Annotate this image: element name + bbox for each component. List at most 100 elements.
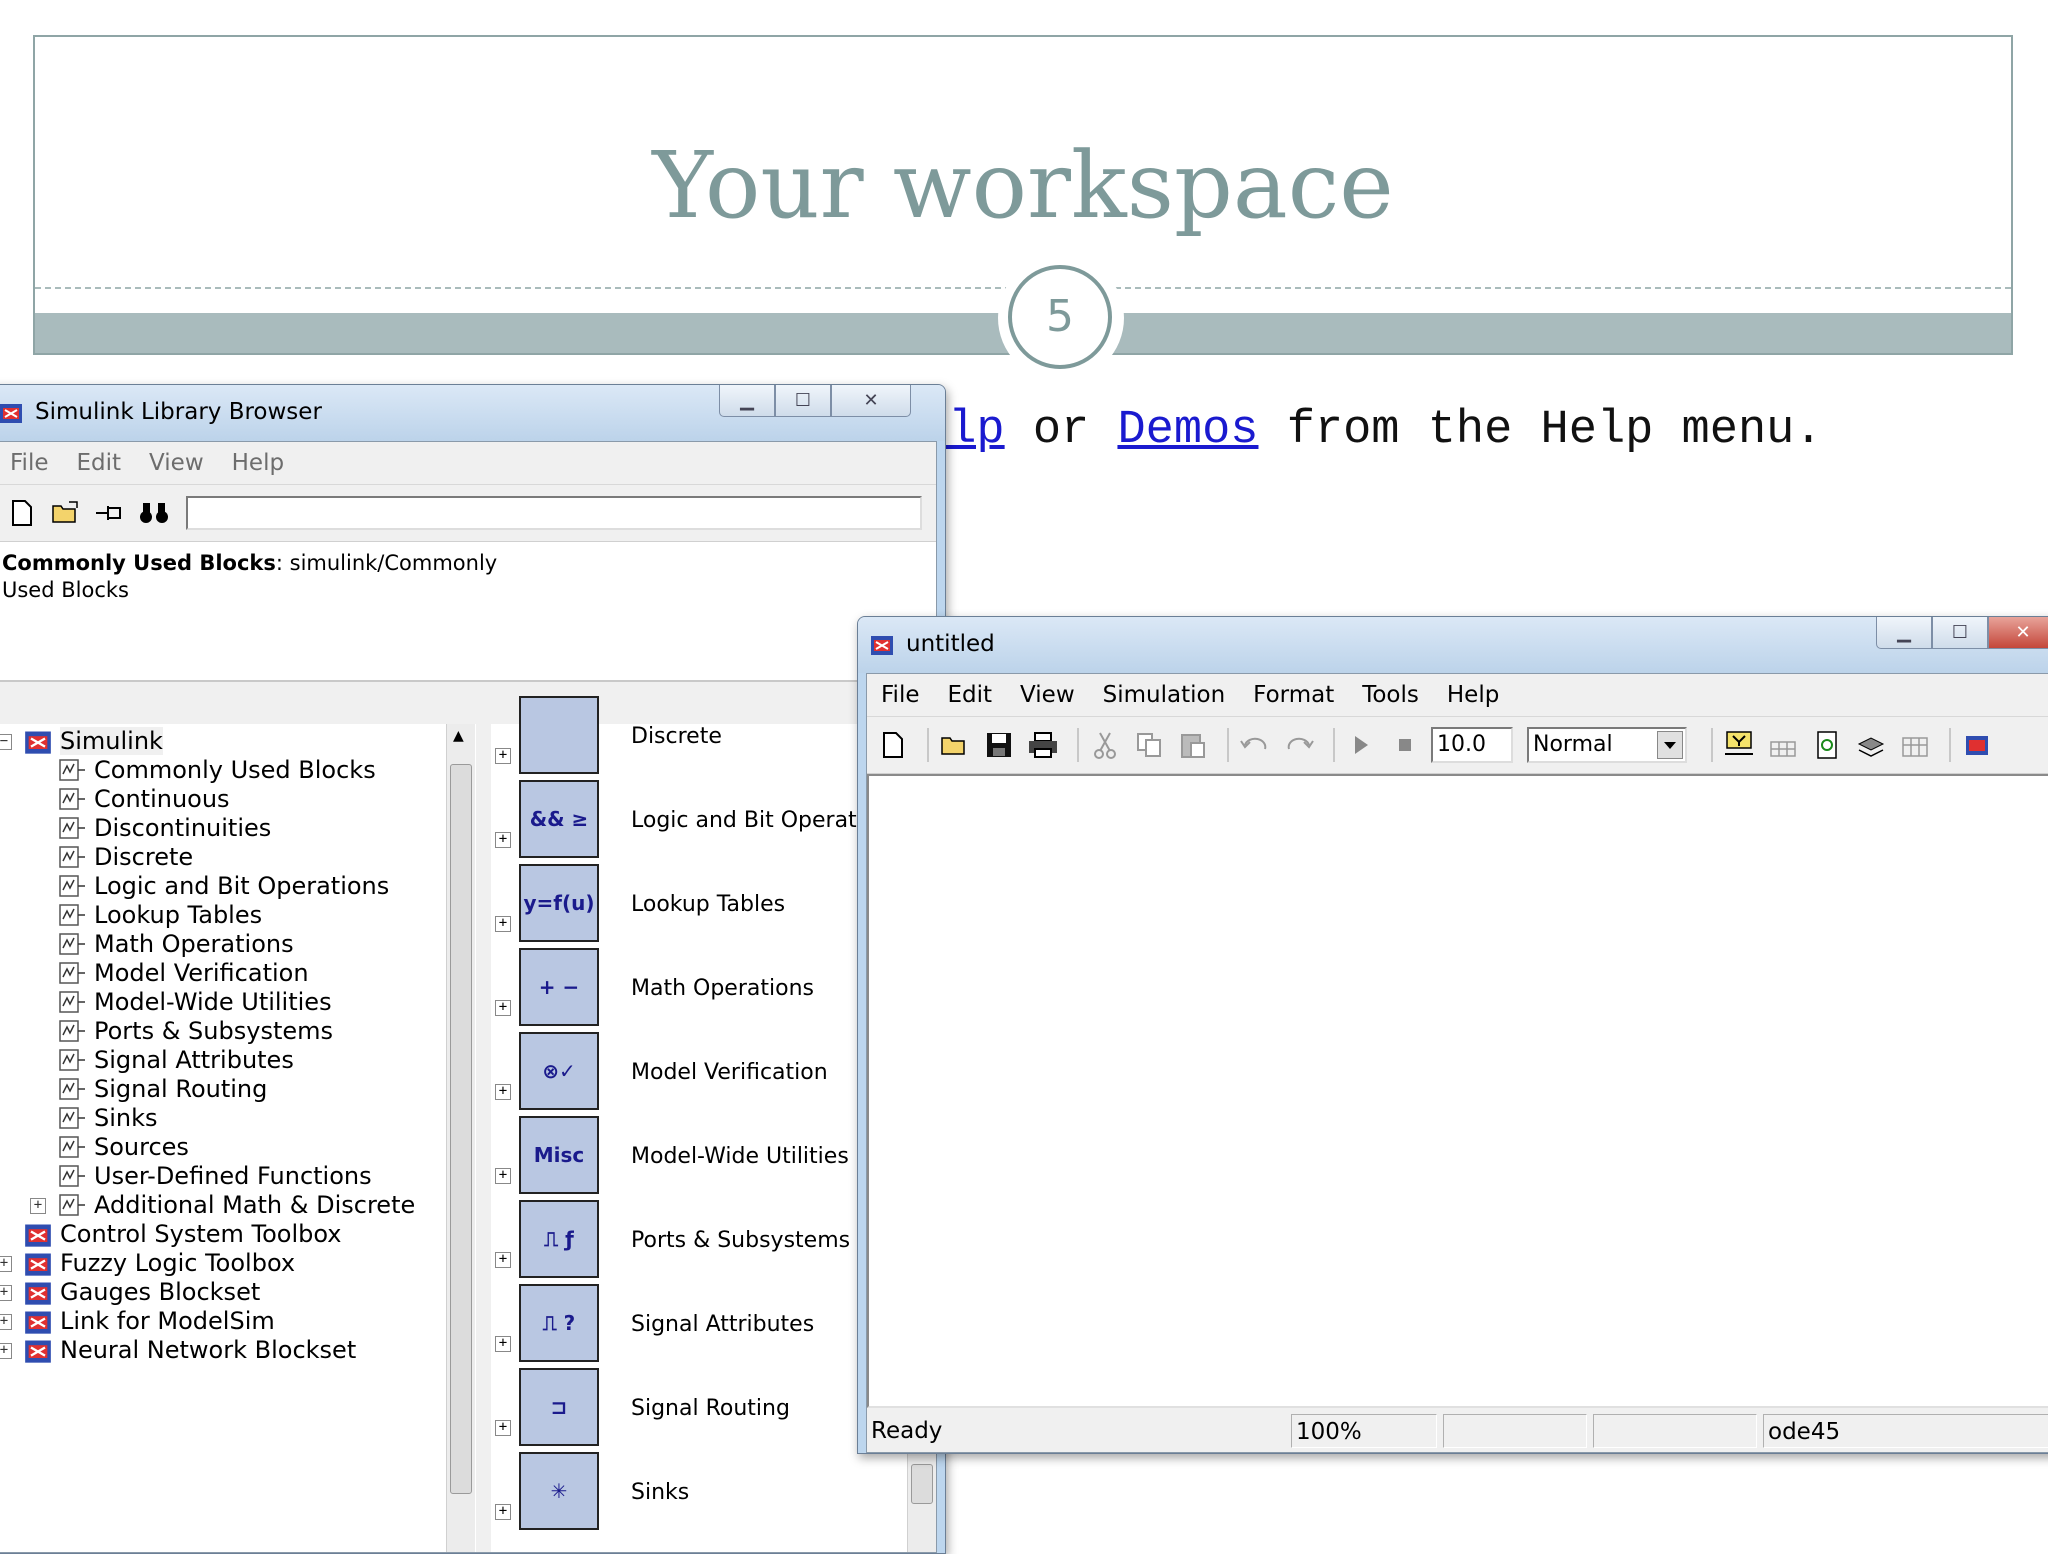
minimize-button[interactable]: ▁: [719, 385, 775, 417]
model-debug-button[interactable]: [1959, 727, 1995, 763]
menu-edit[interactable]: Edit: [63, 450, 136, 476]
model-build-button[interactable]: [1721, 727, 1757, 763]
sublibrary-icon: [59, 1194, 85, 1216]
logic-icon[interactable]: && ≥: [519, 780, 599, 858]
sublibrary-icon: [59, 904, 85, 926]
model-redo-button[interactable]: [1281, 727, 1317, 763]
library-search-input[interactable]: [186, 496, 922, 530]
model-menu-format[interactable]: Format: [1239, 682, 1348, 708]
model-library-button[interactable]: [1853, 727, 1889, 763]
ports-icon[interactable]: ⎍ ƒ: [519, 1200, 599, 1278]
model-close-button[interactable]: ✕: [1988, 617, 2048, 649]
model-menu-tools[interactable]: Tools: [1348, 682, 1433, 708]
model-minimize-button[interactable]: ▁: [1876, 617, 1932, 649]
demos-link[interactable]: Demos: [1117, 404, 1258, 457]
block-expand-button[interactable]: +: [495, 916, 511, 932]
model-paste-button[interactable]: [1175, 727, 1211, 763]
model-update-button[interactable]: [1765, 727, 1801, 763]
sublibrary-icon: [59, 875, 85, 897]
block-expand-button[interactable]: +: [495, 1000, 511, 1016]
tree-item-label: Signal Routing: [94, 1075, 268, 1103]
model-print-button[interactable]: [1025, 727, 1061, 763]
verification-icon[interactable]: ⊗✓: [519, 1032, 599, 1110]
close-button[interactable]: ✕: [831, 385, 911, 417]
tree-expand-additional-math[interactable]: +: [30, 1198, 46, 1214]
tree-expand-toolbox[interactable]: +: [0, 1285, 12, 1301]
model-menu-view[interactable]: View: [1006, 682, 1089, 708]
library-tree[interactable]: − Simulink Commonly Used Blocks Continuou…: [0, 724, 476, 1552]
block-expand-button[interactable]: +: [495, 1504, 511, 1520]
model-copy-button[interactable]: [1131, 727, 1167, 763]
block-expand-button[interactable]: +: [495, 748, 511, 764]
model-explorer-button[interactable]: [1897, 727, 1933, 763]
model-window-titlebar[interactable]: untitled ▁ ☐ ✕: [858, 617, 2048, 673]
library-browser-titlebar[interactable]: Simulink Library Browser ▁ ☐ ✕: [0, 385, 945, 441]
new-file-icon: [883, 732, 903, 758]
tree-scrollbar-thumb[interactable]: [450, 764, 472, 1494]
command-window-text: elp or Demos from the Help menu.: [920, 404, 1823, 457]
model-menu-help[interactable]: Help: [1433, 682, 1513, 708]
stop-time-input[interactable]: 10.0: [1431, 727, 1513, 763]
tree-item-label: Neural Network Blockset: [60, 1336, 357, 1364]
dropdown-arrow-icon[interactable]: [1657, 731, 1683, 759]
tree-expand-toolbox[interactable]: +: [0, 1314, 12, 1330]
block-expand-button[interactable]: +: [495, 1252, 511, 1268]
tree-expand-toolbox[interactable]: +: [0, 1343, 12, 1359]
tree-item-toolbox[interactable]: Neural Network Blockset: [24, 1333, 356, 1367]
model-new-button[interactable]: [875, 727, 911, 763]
block-expand-button[interactable]: +: [495, 832, 511, 848]
model-menu-simulation[interactable]: Simulation: [1089, 682, 1240, 708]
block-expand-button[interactable]: +: [495, 1168, 511, 1184]
blocks-scrollbar-thumb[interactable]: [911, 1464, 933, 1504]
slide-header: Your workspace 5: [33, 35, 2013, 381]
open-button[interactable]: [48, 495, 84, 531]
block-expand-button[interactable]: +: [495, 1336, 511, 1352]
model-refresh-button[interactable]: [1809, 727, 1845, 763]
sublibrary-icon: [59, 1107, 85, 1129]
sublibrary-icon: [59, 1165, 85, 1187]
menu-view[interactable]: View: [135, 450, 218, 476]
model-run-button[interactable]: [1343, 727, 1379, 763]
sinks-icon[interactable]: ✳: [519, 1452, 599, 1530]
description-path-cont: Used Blocks: [2, 578, 129, 602]
tree-collapse-simulink[interactable]: −: [0, 734, 12, 750]
tree-item-label: Simulink: [60, 727, 163, 755]
undo-icon: [1240, 737, 1267, 750]
tree-expand-toolbox[interactable]: +: [0, 1256, 12, 1272]
model-stop-button[interactable]: [1387, 727, 1423, 763]
model-maximize-button[interactable]: ☐: [1932, 617, 1988, 649]
library-block-row[interactable]: + ✳ Sinks: [491, 1450, 936, 1534]
block-label: Lookup Tables: [631, 892, 786, 917]
math-icon[interactable]: + −: [519, 948, 599, 1026]
menu-help[interactable]: Help: [218, 450, 298, 476]
menu-file[interactable]: File: [0, 450, 63, 476]
maximize-button[interactable]: ☐: [775, 385, 831, 417]
scroll-up-arrow[interactable]: ▲: [453, 728, 464, 744]
tree-item-label: Gauges Blockset: [60, 1278, 261, 1306]
tree-item-label: Commonly Used Blocks: [94, 756, 376, 784]
routing-icon[interactable]: ⊐: [519, 1368, 599, 1446]
model-menu-file[interactable]: File: [867, 682, 934, 708]
discrete-icon[interactable]: [519, 696, 599, 774]
tree-scrollbar[interactable]: ▲: [446, 724, 475, 1552]
model-canvas[interactable]: [867, 774, 2048, 1408]
block-expand-button[interactable]: +: [495, 1084, 511, 1100]
new-model-button[interactable]: [4, 495, 40, 531]
find-button[interactable]: [136, 495, 172, 531]
tree-item-label: Logic and Bit Operations: [94, 872, 390, 900]
model-open-button[interactable]: [937, 727, 973, 763]
block-expand-button[interactable]: +: [495, 1420, 511, 1436]
model-cut-button[interactable]: [1087, 727, 1123, 763]
attributes-icon[interactable]: ⎍ ?: [519, 1284, 599, 1362]
model-statusbar: Ready 100% ode45: [867, 1410, 2048, 1452]
lookup-icon[interactable]: y=f(u): [519, 864, 599, 942]
misc-icon[interactable]: Misc: [519, 1116, 599, 1194]
model-menu-edit[interactable]: Edit: [934, 682, 1007, 708]
model-save-button[interactable]: [981, 727, 1017, 763]
model-undo-button[interactable]: [1237, 727, 1273, 763]
simulation-mode-select[interactable]: Normal: [1527, 727, 1687, 763]
pin-button[interactable]: [92, 495, 128, 531]
status-zoom: 100%: [1291, 1414, 1437, 1448]
block-label: Discrete: [631, 724, 722, 749]
library-icon: [1857, 737, 1885, 757]
